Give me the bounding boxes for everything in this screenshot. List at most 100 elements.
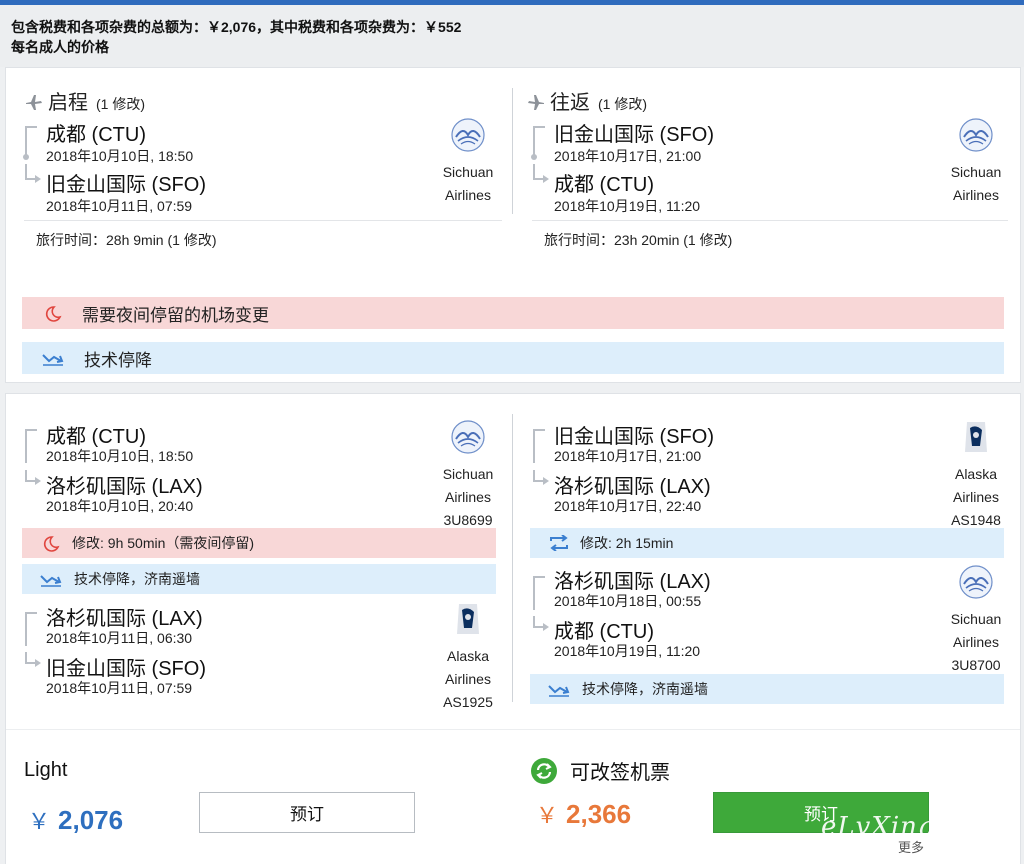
- landing-arrow-icon: [42, 350, 64, 366]
- layover-band: 修改: 2h 15min: [530, 528, 1004, 558]
- segment-arrive-time: 2018年10月11日, 07:59: [46, 680, 193, 696]
- outbound-stops: (1 修改): [96, 96, 145, 112]
- segment-arrive-time: 2018年10月10日, 20:40: [46, 498, 194, 514]
- overnight-alert-text: 需要夜间停留的机场变更: [82, 305, 269, 325]
- total-price-text: 包含税费和各项杂费的总额为：￥2,076，其中税费和各项杂费为：￥552: [11, 19, 462, 35]
- tech-stop-band: 技术停降，济南遥墙: [530, 674, 1004, 704]
- route-connector-arrow: [25, 470, 41, 485]
- segment-airline: Sichuan Airlines 3U8700: [936, 565, 1016, 677]
- outbound-to-city: 旧金山国际 (SFO): [46, 174, 206, 196]
- fare-price-light: ￥ 2,076: [28, 804, 123, 836]
- layover-text: 修改: 2h 15min: [580, 535, 674, 551]
- column-divider: [512, 88, 513, 214]
- divider: [24, 220, 502, 221]
- return-travel-time: 旅行时间：23h 20min (1 修改): [544, 232, 733, 248]
- fare-name-flex-text: 可改签机票: [570, 762, 670, 784]
- airline-name-line1: Sichuan: [442, 466, 494, 482]
- moon-icon: [40, 535, 62, 552]
- alaska-airlines-logo-icon: [428, 602, 508, 643]
- route-connector-arrow: [25, 164, 41, 183]
- overnight-alert-banner: 需要夜间停留的机场变更: [22, 297, 1004, 329]
- alaska-airlines-logo-icon: [936, 420, 1016, 461]
- outbound-title-text: 启程: [48, 92, 88, 114]
- return-arrive-time: 2018年10月19日, 11:20: [554, 198, 701, 214]
- refresh-circle-icon: [530, 757, 558, 785]
- segment-arrive-time: 2018年10月17日, 22:40: [554, 498, 702, 514]
- airline-name-line2: Airlines: [953, 489, 999, 505]
- return-stops: (1 修改): [598, 96, 647, 112]
- airline-name-line2: Airlines: [953, 634, 999, 650]
- outbound-arrive-time: 2018年10月11日, 07:59: [46, 198, 193, 214]
- segment-to-city: 洛杉矶国际 (LAX): [554, 476, 711, 498]
- airline-name-line1: Sichuan: [950, 164, 1002, 180]
- divider: [6, 729, 1020, 730]
- tech-stop-banner: 技术停降: [22, 342, 1004, 374]
- landing-arrow-icon: [40, 571, 62, 587]
- airline-name-line1: Sichuan: [442, 164, 494, 180]
- tech-stop-text: 技术停降: [84, 350, 152, 370]
- return-title: 往返 (1 修改): [526, 86, 647, 115]
- currency-symbol: ￥: [536, 803, 559, 828]
- segment-to-city: 旧金山国际 (SFO): [46, 658, 206, 680]
- currency-symbol: ￥: [28, 809, 51, 834]
- divider: [532, 220, 1008, 221]
- tech-stop-band: 技术停降，济南遥墙: [22, 564, 496, 594]
- return-title-text: 往返: [550, 92, 590, 114]
- landing-arrow-icon: [548, 681, 570, 697]
- moon-icon: [42, 305, 64, 322]
- route-dot: [23, 154, 29, 160]
- route-connector-arrow: [533, 164, 549, 183]
- route-connector-arrow: [533, 616, 549, 631]
- route-connector: [533, 429, 545, 463]
- segment-to-city: 成都 (CTU): [554, 621, 654, 643]
- segment-arrive-time: 2018年10月19日, 11:20: [554, 643, 701, 659]
- segment-to-city: 洛杉矶国际 (LAX): [46, 476, 203, 498]
- segment-depart-time: 2018年10月11日, 06:30: [46, 630, 193, 646]
- segment-airline: Alaska Airlines AS1948: [936, 420, 1016, 532]
- sichuan-airlines-logo-icon: [936, 565, 1016, 606]
- sichuan-airlines-logo-icon: [428, 420, 508, 461]
- airline-name-line2: Airlines: [953, 187, 999, 203]
- return-to-city: 成都 (CTU): [554, 174, 654, 196]
- return-depart-time: 2018年10月17日, 21:00: [554, 148, 702, 164]
- outbound-title: 启程 (1 修改): [24, 86, 145, 115]
- layover-text: 修改: 9h 50min（需夜间停留): [72, 535, 255, 551]
- airline-name-line2: Airlines: [445, 489, 491, 505]
- price-amount: 2,366: [566, 799, 632, 829]
- airline-name-line2: Airlines: [445, 671, 491, 687]
- per-adult-text: 每名成人的价格: [11, 39, 109, 55]
- fare-name-light: Light: [24, 759, 68, 781]
- route-dot: [531, 154, 537, 160]
- segment-from-city: 洛杉矶国际 (LAX): [46, 608, 203, 630]
- sichuan-airlines-logo-icon: [428, 118, 508, 159]
- segment-depart-time: 2018年10月17日, 21:00: [554, 448, 702, 464]
- flight-number: AS1925: [443, 694, 493, 710]
- route-connector: [533, 576, 545, 610]
- book-light-button[interactable]: 预订: [199, 792, 415, 833]
- plane-landing-icon: [526, 92, 546, 112]
- swap-arrows-icon: [548, 534, 570, 552]
- outbound-airline: Sichuan Airlines: [428, 118, 508, 207]
- fare-name-flex: 可改签机票: [530, 756, 670, 785]
- segment-depart-time: 2018年10月18日, 00:55: [554, 593, 702, 609]
- route-connector: [25, 612, 37, 646]
- plane-takeoff-icon: [24, 92, 44, 112]
- airline-name-line1: Alaska: [954, 466, 998, 482]
- fare-price-flex: ￥ 2,366: [536, 798, 631, 830]
- segment-airline: Sichuan Airlines 3U8699: [428, 420, 508, 532]
- segment-from-city: 洛杉矶国际 (LAX): [554, 571, 711, 593]
- route-connector: [25, 429, 37, 463]
- itinerary-details-card: 成都 (CTU) 2018年10月10日, 18:50 洛杉矶国际 (LAX) …: [5, 393, 1021, 864]
- airline-name-line2: Airlines: [445, 187, 491, 203]
- segment-depart-time: 2018年10月10日, 18:50: [46, 448, 194, 464]
- watermark: eLvXing.net: [821, 812, 991, 842]
- tech-stop-text: 技术停降，济南遥墙: [74, 571, 200, 587]
- route-connector-arrow: [25, 652, 41, 667]
- column-divider: [512, 414, 513, 702]
- outbound-travel-time: 旅行时间：28h 9min (1 修改): [36, 232, 217, 248]
- price-summary-header: 包含税费和各项杂费的总额为：￥2,076，其中税费和各项杂费为：￥552 每名成…: [0, 5, 1024, 67]
- return-airline: Sichuan Airlines: [936, 118, 1016, 207]
- outbound-depart-time: 2018年10月10日, 18:50: [46, 148, 194, 164]
- segment-airline: Alaska Airlines AS1925: [428, 602, 508, 714]
- airline-name-line1: Alaska: [446, 648, 490, 664]
